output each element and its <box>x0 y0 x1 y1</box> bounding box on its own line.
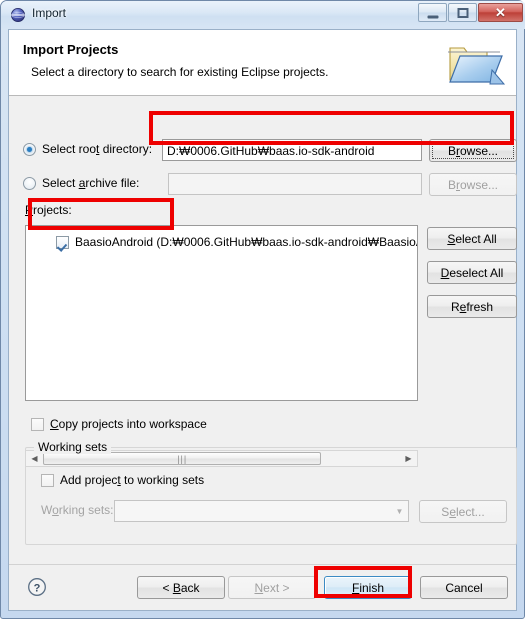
minimize-button[interactable] <box>418 3 447 22</box>
select-all-button[interactable]: Select All <box>427 227 517 250</box>
project-checkbox[interactable] <box>56 235 69 249</box>
projects-listbox[interactable]: BaasioAndroid (D:₩0006.GitHub₩baas.io-sd… <box>25 225 418 401</box>
root-directory-input[interactable]: D:₩0006.GitHub₩baas.io-sdk-android <box>162 139 422 161</box>
working-sets-group: Working sets <box>25 440 517 545</box>
radio-indicator <box>23 176 36 190</box>
dialog-body: Select root directory: D:₩0006.GitHub₩ba… <box>9 97 517 564</box>
projects-label: Projects: <box>25 203 72 217</box>
working-sets-label: Working sets: <box>41 503 114 517</box>
select-root-directory-label-post: directory: <box>99 142 153 156</box>
window-title: Import <box>32 6 67 20</box>
deselect-all-button[interactable]: Deselect All <box>427 261 517 284</box>
project-label: BaasioAndroid (D:₩0006.GitHub₩baas.io-sd… <box>75 235 418 249</box>
radio-indicator <box>23 142 36 156</box>
window-controls: ✕ <box>418 3 523 22</box>
close-button[interactable]: ✕ <box>478 3 523 22</box>
back-button[interactable]: < Back <box>137 576 225 599</box>
page-title: Import Projects <box>23 42 119 57</box>
refresh-button[interactable]: Refresh <box>427 295 517 318</box>
cancel-button[interactable]: Cancel <box>420 576 508 599</box>
svg-text:?: ? <box>34 582 41 594</box>
list-item[interactable]: BaasioAndroid (D:₩0006.GitHub₩baas.io-sd… <box>56 235 418 249</box>
working-sets-group-title: Working sets <box>34 440 112 454</box>
title-bar: Import ✕ <box>1 1 525 29</box>
archive-file-browse-button[interactable]: Browse... <box>429 173 517 196</box>
copy-projects-checkbox-row[interactable]: Copy projects into workspace <box>31 417 207 431</box>
add-to-working-sets-checkbox[interactable] <box>41 473 54 487</box>
copy-projects-checkbox[interactable] <box>31 417 44 431</box>
archive-file-input[interactable] <box>168 173 422 195</box>
finish-button[interactable]: Finish <box>324 576 412 599</box>
next-button[interactable]: Next > <box>228 576 316 599</box>
eclipse-import-sphere-icon <box>10 7 26 23</box>
dialog-footer: ? < Back Next > Finish Cancel <box>9 564 516 610</box>
import-dialog-window: Import ✕ Import Projects Select a direct… <box>0 0 525 619</box>
import-folder-icon <box>442 34 508 92</box>
working-sets-combo[interactable]: ▼ <box>114 500 409 522</box>
question-mark-icon[interactable]: ? <box>27 577 47 597</box>
wizard-header: Import Projects Select a directory to se… <box>9 30 516 96</box>
chevron-down-icon[interactable]: ▼ <box>391 507 408 516</box>
dialog-content: Import Projects Select a directory to se… <box>8 29 517 611</box>
select-archive-file-label-post: rchive file: <box>85 176 140 190</box>
working-sets-select-button[interactable]: Select... <box>419 500 507 523</box>
close-icon: ✕ <box>495 4 506 20</box>
add-to-working-sets-checkbox-row[interactable]: Add project to working sets <box>41 473 204 487</box>
page-description: Select a directory to search for existin… <box>31 65 329 79</box>
select-archive-file-label-pre: Select <box>42 176 79 190</box>
select-root-directory-label-pre: Select roo <box>42 142 97 156</box>
root-directory-browse-button[interactable]: Browse... <box>429 139 517 162</box>
maximize-button[interactable] <box>448 3 477 22</box>
select-root-directory-radio[interactable]: Select root directory: <box>23 142 152 156</box>
select-archive-file-radio[interactable]: Select archive file: <box>23 176 139 190</box>
